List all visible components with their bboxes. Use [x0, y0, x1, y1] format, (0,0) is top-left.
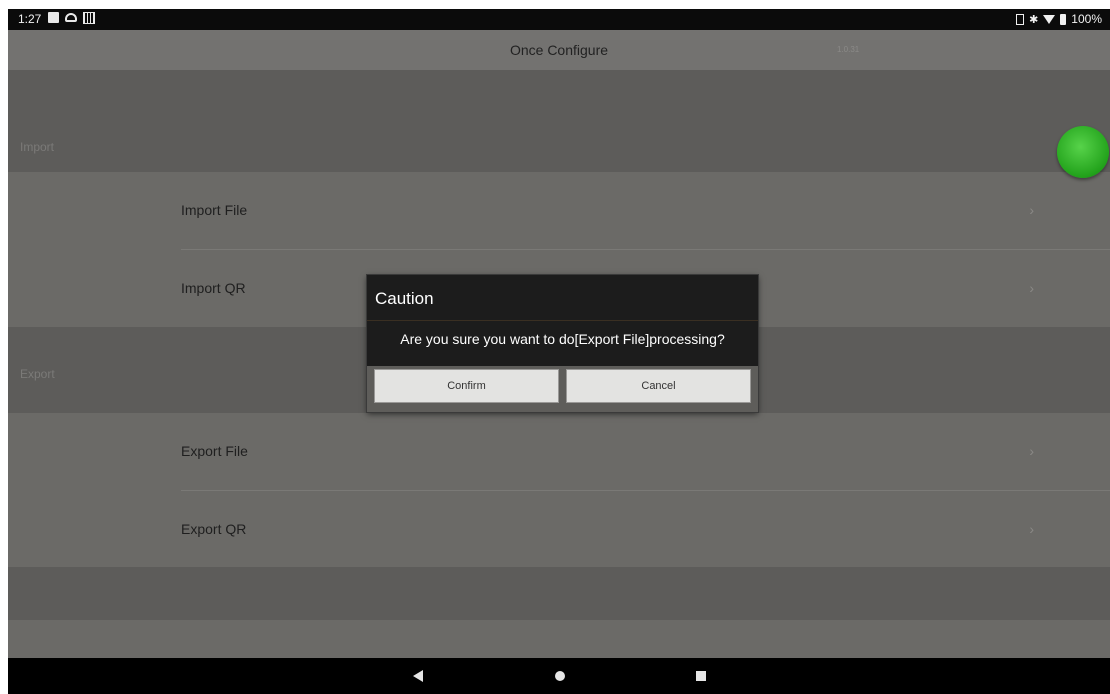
app-screen: 1:27 ✱ 100% Once Configure 1.0.31 Import… [8, 9, 1110, 694]
version-label: 1.0.31 [837, 45, 860, 54]
cancel-button[interactable]: Cancel [566, 369, 751, 403]
dialog-message: Are you sure you want to do[Export File]… [400, 331, 725, 347]
barcode-icon [83, 12, 95, 24]
notification-icons [48, 12, 95, 24]
cast-icon [65, 13, 77, 22]
battery-icon [1060, 13, 1067, 25]
import-file-label: Import File [181, 202, 248, 218]
system-icons: ✱ 100% [1016, 12, 1102, 26]
battery-level: 100% [1071, 12, 1102, 26]
confirm-button[interactable]: Confirm [374, 369, 559, 403]
chevron-right-icon: › [1029, 521, 1034, 537]
home-icon[interactable] [555, 671, 565, 681]
app-title-bar: Once Configure 1.0.31 [8, 30, 1110, 70]
recents-icon[interactable] [696, 671, 706, 681]
export-qr-label: Export QR [181, 521, 247, 537]
dialog-button-bar: Confirm Cancel [367, 366, 758, 412]
bluetooth-icon: ✱ [1029, 13, 1039, 26]
list-item-export-qr[interactable]: Export QR › [8, 491, 1110, 567]
export-section-label: Export [20, 367, 55, 381]
dialog-title-divider [367, 320, 758, 321]
import-qr-label: Import QR [181, 280, 246, 296]
wifi-icon [1043, 14, 1056, 24]
status-bar: 1:27 ✱ 100% [8, 9, 1110, 30]
caution-dialog: Caution Are you sure you want to do[Expo… [367, 275, 758, 412]
chevron-right-icon: › [1029, 443, 1034, 459]
dialog-title: Caution [375, 289, 434, 308]
floating-action-button[interactable] [1057, 126, 1109, 178]
chevron-right-icon: › [1029, 280, 1034, 296]
chevron-right-icon: › [1029, 202, 1034, 218]
footer-band [8, 567, 1110, 620]
system-navigation-bar [8, 658, 1110, 694]
image-notification-icon [48, 12, 59, 23]
phone-icon [1016, 13, 1025, 25]
import-section-header: Import [8, 70, 1110, 172]
export-file-label: Export File [181, 443, 248, 459]
import-section-label: Import [20, 140, 55, 154]
list-item-export-file[interactable]: Export File › [8, 413, 1110, 490]
status-time: 1:27 [18, 12, 42, 26]
list-item-import-file[interactable]: Import File › [8, 172, 1110, 249]
page-title: Once Configure [509, 42, 609, 58]
back-icon[interactable] [413, 670, 423, 682]
bottom-spacer [8, 620, 1110, 658]
